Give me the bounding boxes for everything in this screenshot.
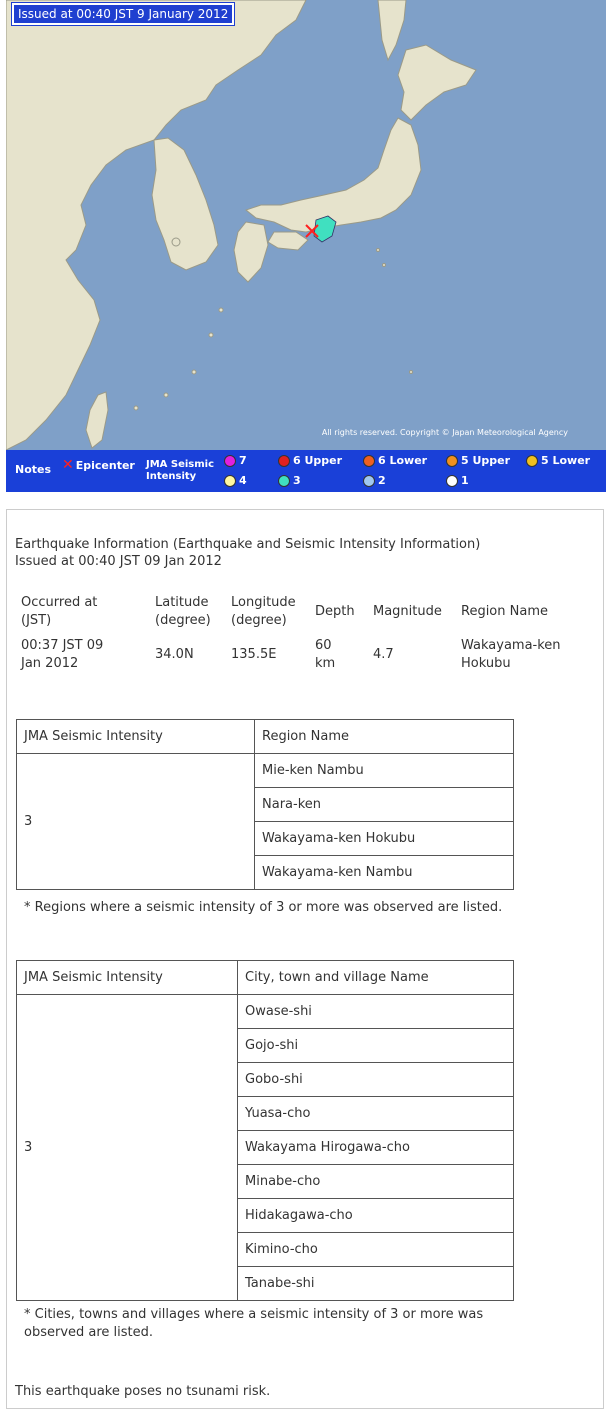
region-note: * Regions where a seismic intensity of 3… (24, 900, 503, 915)
region-cell: Wakayama-ken Hokubu (254, 821, 514, 856)
issued-time-label: Issued at 00:40 JST 9 January 2012 (10, 2, 236, 26)
intensity-7-dot-icon (224, 454, 236, 467)
city-cell: Tanabe-shi (237, 1266, 514, 1301)
value-latitude: 34.0N (155, 647, 194, 662)
legend-item-3: 3 (278, 474, 301, 487)
intensity-3-dot-icon (278, 474, 290, 487)
header-longitude: Longitude (degree) (231, 595, 296, 628)
value-depth: 60 km (315, 638, 336, 671)
legend-item-1: 1 (446, 474, 469, 487)
col-header-city: City, town and village Name (237, 960, 514, 995)
col-header-intensity: JMA Seismic Intensity (16, 960, 238, 995)
legend-item-7: 7 (224, 454, 247, 467)
city-note: * Cities, towns and villages where a sei… (24, 1307, 484, 1340)
intensity-value: 3 (16, 753, 255, 890)
header-magnitude: Magnitude (373, 604, 442, 619)
epicenter-x-icon: ✕ (62, 457, 74, 473)
intensity-2-dot-icon (363, 474, 375, 487)
intensity-3-area (313, 215, 337, 243)
legend-notes-label: Notes (15, 463, 52, 476)
copyright-text: All rights reserved. Copyright © Japan M… (321, 428, 568, 437)
col-header-region: Region Name (254, 719, 514, 754)
legend-epicenter: ✕ Epicenter (62, 457, 135, 473)
seismic-map: Issued at 00:40 JST 9 January 2012 All r… (6, 0, 606, 492)
info-title: Earthquake Information (Earthquake and S… (15, 537, 481, 552)
intensity-4-dot-icon (224, 474, 236, 487)
legend-item-6-lower: 6 Lower (363, 454, 427, 467)
intensity-5-upper-dot-icon (446, 454, 458, 467)
summary-values-row: 00:37 JST 09 Jan 2012 34.0N 135.5E 60 km 4… (21, 632, 587, 678)
city-cell: Gojo-shi (237, 1028, 514, 1063)
header-region: Region Name (461, 604, 548, 619)
city-cell: Yuasa-cho (237, 1096, 514, 1131)
legend-jma-label: JMA Seismic Intensity (146, 459, 215, 482)
info-header: Earthquake Information (Earthquake and S… (15, 536, 480, 570)
intensity-value: 3 (16, 994, 238, 1301)
region-cell: Mie-ken Nambu (254, 753, 514, 788)
earthquake-summary-table: Occurred at (JST) Latitude (degree) Longit… (21, 592, 587, 678)
table-row: 3 Mie-ken Nambu (16, 753, 514, 890)
value-occurred: 00:37 JST 09 Jan 2012 (21, 638, 104, 671)
city-cell: Owase-shi (237, 994, 514, 1029)
table-header-row: JMA Seismic Intensity City, town and vil… (16, 960, 514, 995)
header-depth: Depth (315, 604, 355, 619)
legend-item-6-upper: 6 Upper (278, 454, 342, 467)
region-cell: Nara-ken (254, 787, 514, 822)
tsunami-statement: This earthquake poses no tsunami risk. (15, 1384, 271, 1399)
header-occurred: Occurred at (JST) (21, 595, 98, 628)
japan-map-graphic (6, 0, 477, 450)
city-intensity-table: JMA Seismic Intensity City, town and vil… (16, 960, 514, 1301)
header-latitude: Latitude (degree) (155, 595, 211, 628)
region-cell: Wakayama-ken Nambu (254, 855, 514, 890)
legend-item-4: 4 (224, 474, 247, 487)
legend-item-2: 2 (363, 474, 386, 487)
info-issued: Issued at 00:40 JST 09 Jan 2012 (15, 554, 222, 569)
city-cell: Wakayama Hirogawa-cho (237, 1130, 514, 1165)
city-cell: Hidakagawa-cho (237, 1198, 514, 1233)
intensity-5-lower-dot-icon (526, 454, 538, 467)
summary-header-row: Occurred at (JST) Latitude (degree) Longit… (21, 592, 587, 632)
intensity-6-upper-dot-icon (278, 454, 290, 467)
city-cell: Minabe-cho (237, 1164, 514, 1199)
region-intensity-table: JMA Seismic Intensity Region Name 3 Mie-… (16, 719, 514, 890)
city-cell: Kimino-cho (237, 1232, 514, 1267)
intensity-6-lower-dot-icon (363, 454, 375, 467)
col-header-intensity: JMA Seismic Intensity (16, 719, 255, 754)
legend-item-5-lower: 5 Lower (526, 454, 590, 467)
table-row: 3 Owase-shi (16, 994, 514, 1301)
map-legend: Notes ✕ Epicenter JMA Seismic Intensity 7 … (6, 450, 606, 492)
legend-item-5-upper: 5 Upper (446, 454, 510, 467)
value-longitude: 135.5E (231, 647, 277, 662)
earthquake-info-panel: Earthquake Information (Earthquake and S… (6, 509, 604, 1409)
value-magnitude: 4.7 (373, 647, 394, 662)
table-header-row: JMA Seismic Intensity Region Name (16, 719, 514, 754)
value-region: Wakayama-ken Hokubu (461, 638, 561, 671)
city-cell: Gobo-shi (237, 1062, 514, 1097)
intensity-1-dot-icon (446, 474, 458, 487)
